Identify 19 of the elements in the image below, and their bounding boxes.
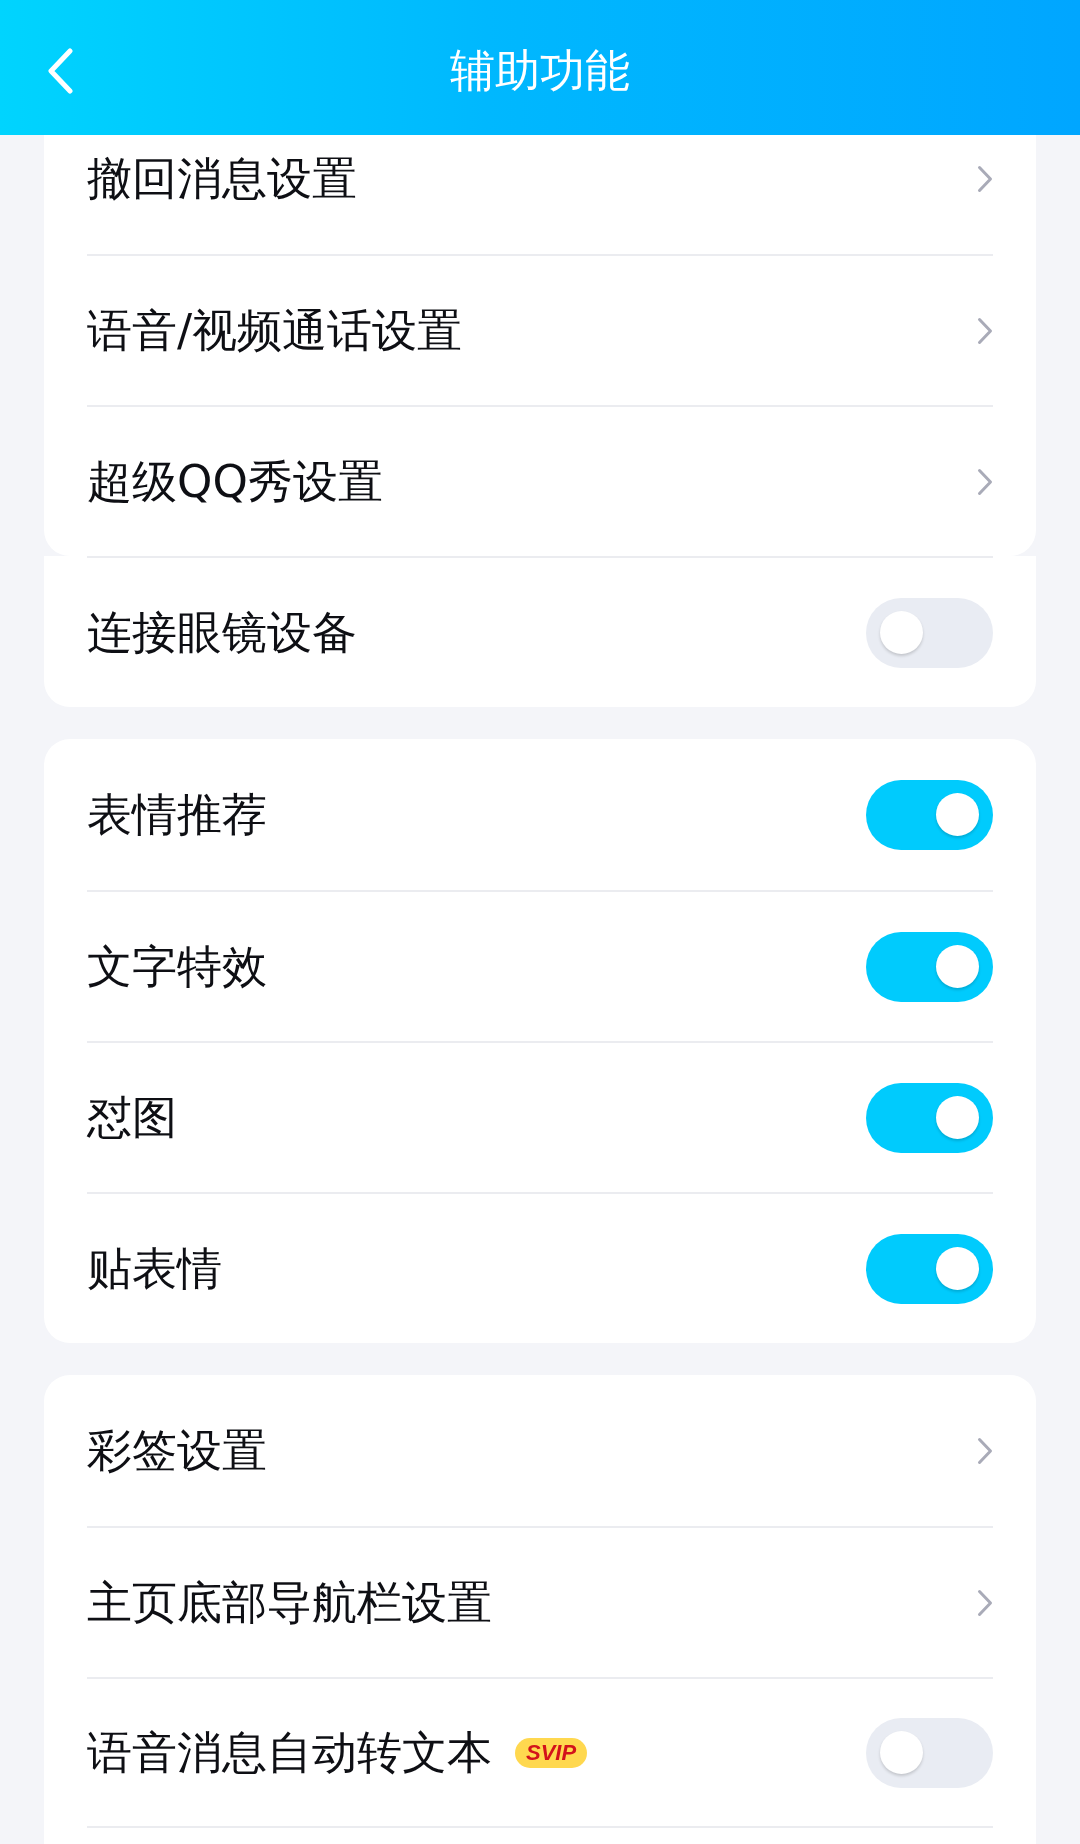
settings-item[interactable]: 撤回消息设置 [87, 135, 993, 254]
chevron-right-icon [977, 316, 993, 345]
setting-label: 怼图 [87, 1090, 177, 1145]
setting-label: 表情推荐 [87, 787, 267, 842]
page-title: 辅助功能 [450, 42, 630, 98]
setting-label: 连接眼镜设备 [87, 605, 357, 660]
chevron-right-icon [977, 1436, 993, 1465]
setting-label: 语音消息自动转文本 [87, 1725, 492, 1780]
back-icon[interactable] [47, 47, 73, 94]
settings-item[interactable]: 超级QQ秀设置 [87, 405, 993, 556]
settings-item[interactable]: 语音/视频通话设置 [87, 254, 993, 405]
chevron-right-icon [977, 164, 993, 193]
svip-badge: SVIP [515, 1737, 588, 1768]
setting-label: 贴表情 [87, 1241, 222, 1296]
settings-item[interactable]: 彩签设置 [87, 1375, 993, 1526]
chevron-right-icon [977, 467, 993, 496]
settings-item[interactable]: 主页底部导航栏设置 [87, 1526, 993, 1677]
chevron-right-icon [977, 1588, 993, 1617]
setting-label: 文字特效 [87, 939, 267, 994]
